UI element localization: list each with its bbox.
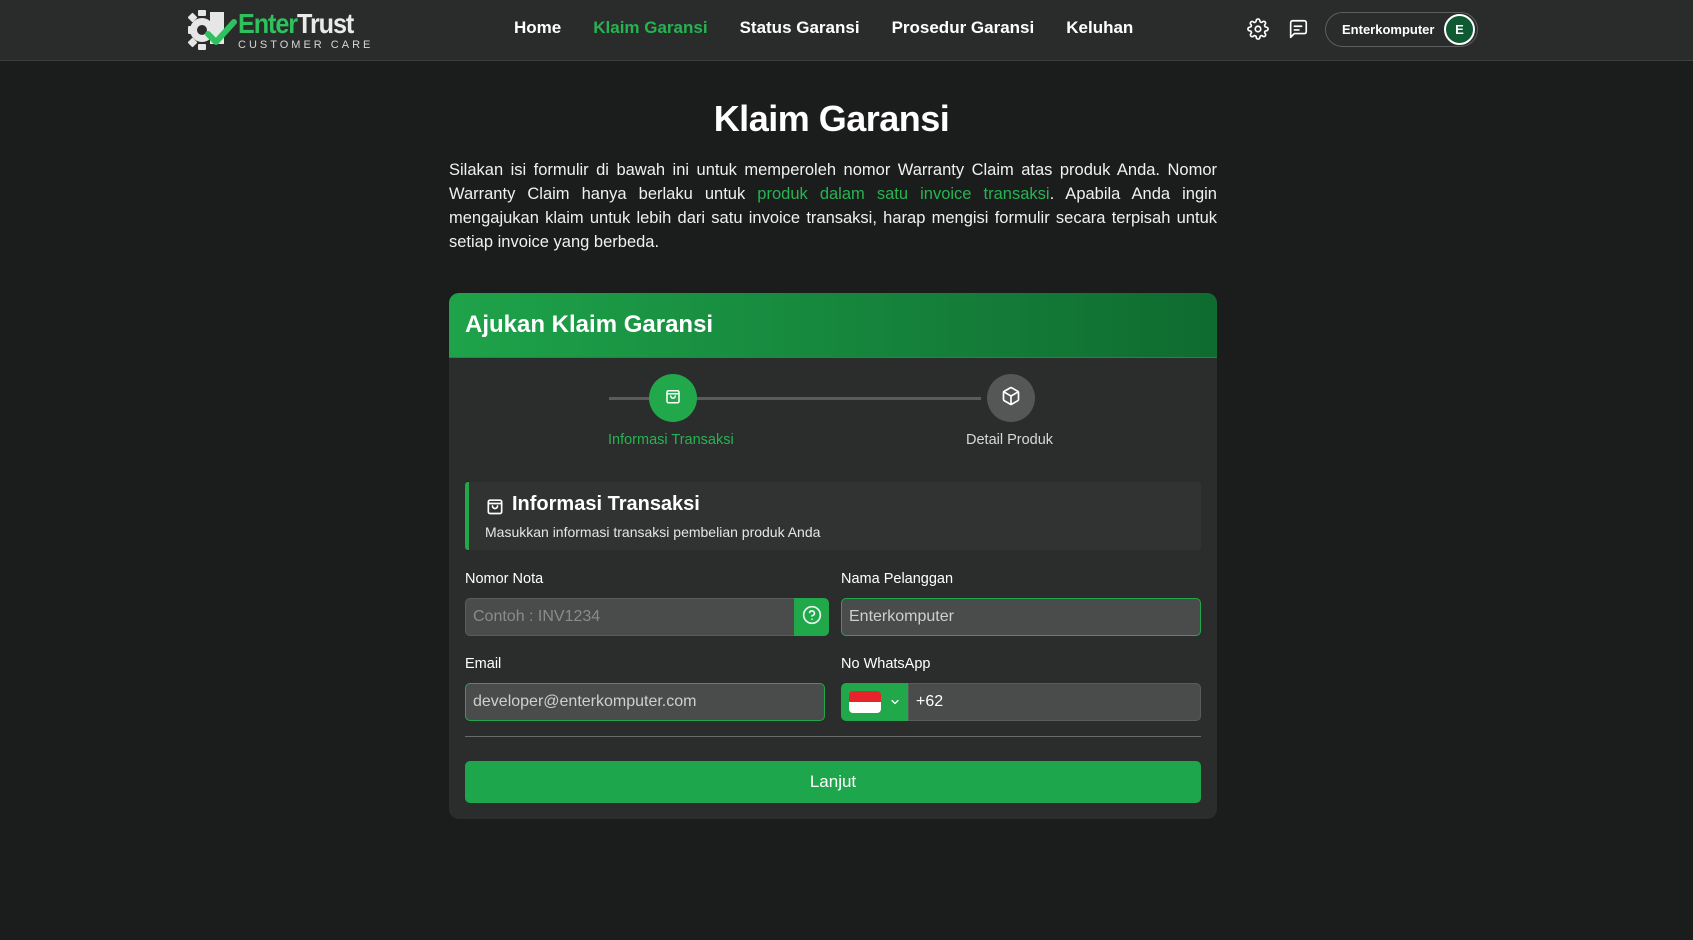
intro-highlight: produk dalam satu invoice transaksi <box>757 185 1050 203</box>
step-detail-produk[interactable] <box>987 374 1035 422</box>
stepper-line-middle <box>673 397 981 400</box>
claim-form-card: Ajukan Klaim Garansi Informasi Transaksi… <box>449 293 1217 819</box>
email-value: developer@enterkomputer.com <box>473 693 697 710</box>
nav-klaim-garansi[interactable]: Klaim Garansi <box>593 18 707 38</box>
brand-name-part2: Trust <box>297 7 354 39</box>
nama-pelanggan-value: Enterkomputer <box>849 608 954 625</box>
whatsapp-input[interactable]: +62 <box>908 683 1201 721</box>
section-description: Masukkan informasi transaksi pembelian p… <box>485 524 821 540</box>
page-title: Klaim Garansi <box>713 98 950 139</box>
gear-icon[interactable] <box>1247 18 1269 40</box>
nav-status-garansi[interactable]: Status Garansi <box>740 18 860 38</box>
whatsapp-label: No WhatsApp <box>841 656 931 672</box>
user-name: Enterkomputer <box>1342 22 1435 37</box>
chat-icon[interactable] <box>1287 18 1309 40</box>
nomor-nota-input[interactable]: Contoh : INV1234 <box>465 598 795 636</box>
step-label-detail-produk: Detail Produk <box>966 432 1054 448</box>
entertrust-logo[interactable]: EnterTrust CUSTOMER CARE <box>187 7 374 52</box>
section-title: Informasi Transaksi <box>512 493 700 515</box>
brand-tagline: CUSTOMER CARE <box>238 38 374 51</box>
nomor-nota-help-button[interactable] <box>794 598 829 636</box>
box-icon <box>1001 386 1021 411</box>
whatsapp-prefix: +62 <box>916 693 944 710</box>
chevron-down-icon <box>889 696 901 708</box>
nomor-nota-placeholder: Contoh : INV1234 <box>473 608 601 625</box>
bag-icon <box>664 387 682 410</box>
main-nav: Home Klaim Garansi Status Garansi Prosed… <box>514 18 1165 38</box>
brand-name-part1: Enter <box>238 7 298 39</box>
avatar: E <box>1444 14 1475 45</box>
card-header: Ajukan Klaim Garansi <box>449 293 1217 358</box>
intro-paragraph: Silakan isi formulir di bawah ini untuk … <box>449 158 1217 254</box>
stepper-line-left <box>609 397 649 400</box>
country-code-select[interactable] <box>841 683 909 721</box>
nav-home[interactable]: Home <box>514 18 561 38</box>
nama-pelanggan-input[interactable]: Enterkomputer <box>841 598 1201 636</box>
logo-gear-check-icon <box>187 8 238 52</box>
email-label: Email <box>465 656 502 672</box>
user-menu-button[interactable]: Enterkomputer E <box>1325 12 1478 47</box>
form-divider <box>465 736 1201 737</box>
nav-prosedur-garansi[interactable]: Prosedur Garansi <box>892 18 1035 38</box>
email-input[interactable]: developer@enterkomputer.com <box>465 683 825 721</box>
indonesia-flag-icon <box>849 691 881 713</box>
nomor-nota-label: Nomor Nota <box>465 571 544 587</box>
top-navbar: EnterTrust CUSTOMER CARE Home Klaim Gara… <box>0 0 1693 61</box>
bag-icon <box>485 496 505 516</box>
lanjut-button[interactable]: Lanjut <box>465 761 1201 803</box>
step-informasi-transaksi[interactable] <box>649 374 697 422</box>
nav-keluhan[interactable]: Keluhan <box>1066 18 1133 38</box>
nama-pelanggan-label: Nama Pelanggan <box>841 571 954 587</box>
step-label-informasi-transaksi: Informasi Transaksi <box>608 432 734 448</box>
question-circle-icon <box>802 605 822 630</box>
card-title: Ajukan Klaim Garansi <box>465 311 714 338</box>
